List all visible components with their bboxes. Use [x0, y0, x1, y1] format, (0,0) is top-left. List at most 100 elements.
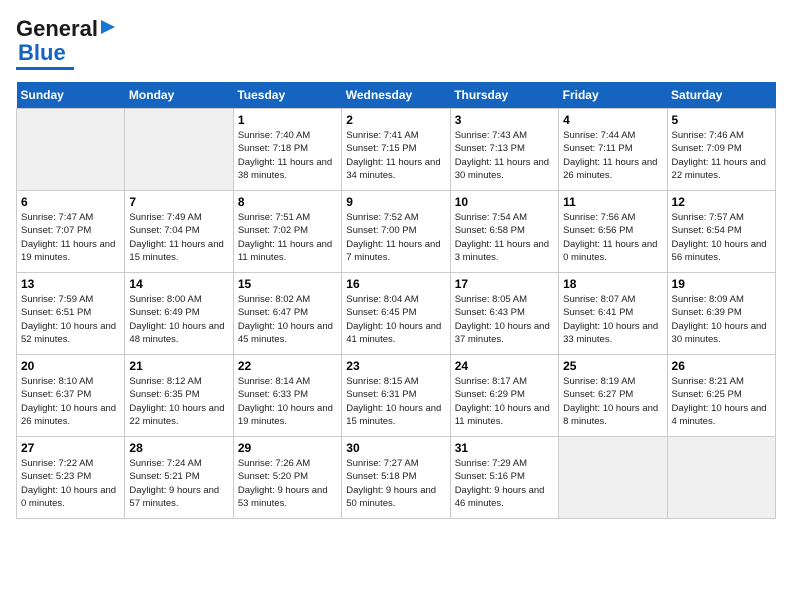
- cell-info: Sunrise: 7:27 AMSunset: 5:18 PMDaylight:…: [346, 457, 445, 510]
- cell-info: Sunrise: 8:14 AMSunset: 6:33 PMDaylight:…: [238, 375, 337, 428]
- cell-info: Sunrise: 8:02 AMSunset: 6:47 PMDaylight:…: [238, 293, 337, 346]
- calendar-cell: [559, 437, 667, 519]
- calendar-cell: 14Sunrise: 8:00 AMSunset: 6:49 PMDayligh…: [125, 273, 233, 355]
- calendar-cell: 21 Sunrise: 8:12 AMSunset: 6:35 PMDayligh…: [125, 355, 233, 437]
- day-header-friday: Friday: [559, 82, 667, 109]
- logo-text: General: [16, 16, 117, 42]
- calendar-table: SundayMondayTuesdayWednesdayThursdayFrid…: [16, 82, 776, 519]
- week-row-4: 20 Sunrise: 8:10 AMSunset: 6:37 PMDayligh…: [17, 355, 776, 437]
- day-number: 6: [21, 195, 120, 209]
- cell-info: Sunrise: 7:44 AMSunset: 7:11 PMDaylight:…: [563, 129, 662, 182]
- cell-info: Sunrise: 7:22 AMSunset: 5:23 PMDaylight:…: [21, 457, 120, 510]
- day-number: 25: [563, 359, 662, 373]
- week-row-1: 1Sunrise: 7:40 AMSunset: 7:18 PMDaylight…: [17, 109, 776, 191]
- cell-info: Sunrise: 8:12 AMSunset: 6:35 PMDaylight:…: [129, 375, 228, 428]
- cell-info: Sunrise: 8:21 AMSunset: 6:25 PMDaylight:…: [672, 375, 771, 428]
- calendar-cell: [17, 109, 125, 191]
- cell-info: Sunrise: 8:07 AMSunset: 6:41 PMDaylight:…: [563, 293, 662, 346]
- day-number: 22: [238, 359, 337, 373]
- day-number: 5: [672, 113, 771, 127]
- day-header-tuesday: Tuesday: [233, 82, 341, 109]
- week-row-3: 13Sunrise: 7:59 AMSunset: 6:51 PMDayligh…: [17, 273, 776, 355]
- calendar-cell: 7 Sunrise: 7:49 AMSunset: 7:04 PMDaylight…: [125, 191, 233, 273]
- calendar-cell: 27Sunrise: 7:22 AMSunset: 5:23 PMDayligh…: [17, 437, 125, 519]
- cell-info: Sunrise: 7:43 AMSunset: 7:13 PMDaylight:…: [455, 129, 554, 182]
- calendar-cell: 22 Sunrise: 8:14 AMSunset: 6:33 PMDayligh…: [233, 355, 341, 437]
- day-number: 12: [672, 195, 771, 209]
- cell-info: Sunrise: 8:05 AMSunset: 6:43 PMDaylight:…: [455, 293, 554, 346]
- day-number: 13: [21, 277, 120, 291]
- day-number: 15: [238, 277, 337, 291]
- day-number: 16: [346, 277, 445, 291]
- calendar-cell: 8 Sunrise: 7:51 AMSunset: 7:02 PMDaylight…: [233, 191, 341, 273]
- week-row-5: 27Sunrise: 7:22 AMSunset: 5:23 PMDayligh…: [17, 437, 776, 519]
- calendar-cell: 20 Sunrise: 8:10 AMSunset: 6:37 PMDayligh…: [17, 355, 125, 437]
- calendar-cell: 11 Sunrise: 7:56 AMSunset: 6:56 PMDayligh…: [559, 191, 667, 273]
- calendar-cell: 23Sunrise: 8:15 AMSunset: 6:31 PMDayligh…: [342, 355, 450, 437]
- calendar-cell: 9 Sunrise: 7:52 AMSunset: 7:00 PMDaylight…: [342, 191, 450, 273]
- calendar-cell: 17 Sunrise: 8:05 AMSunset: 6:43 PMDayligh…: [450, 273, 558, 355]
- day-number: 8: [238, 195, 337, 209]
- day-number: 11: [563, 195, 662, 209]
- cell-info: Sunrise: 7:56 AMSunset: 6:56 PMDaylight:…: [563, 211, 662, 264]
- day-number: 21: [129, 359, 228, 373]
- calendar-cell: 2 Sunrise: 7:41 AMSunset: 7:15 PMDaylight…: [342, 109, 450, 191]
- cell-info: Sunrise: 7:29 AMSunset: 5:16 PMDaylight:…: [455, 457, 554, 510]
- cell-info: Sunrise: 7:51 AMSunset: 7:02 PMDaylight:…: [238, 211, 337, 264]
- day-number: 20: [21, 359, 120, 373]
- cell-info: Sunrise: 7:49 AMSunset: 7:04 PMDaylight:…: [129, 211, 228, 264]
- cell-info: Sunrise: 8:04 AMSunset: 6:45 PMDaylight:…: [346, 293, 445, 346]
- page-header: General Blue: [16, 16, 776, 70]
- calendar-cell: 19 Sunrise: 8:09 AMSunset: 6:39 PMDayligh…: [667, 273, 775, 355]
- day-number: 31: [455, 441, 554, 455]
- calendar-cell: [667, 437, 775, 519]
- cell-info: Sunrise: 8:17 AMSunset: 6:29 PMDaylight:…: [455, 375, 554, 428]
- calendar-cell: [125, 109, 233, 191]
- cell-info: Sunrise: 7:26 AMSunset: 5:20 PMDaylight:…: [238, 457, 337, 510]
- day-number: 9: [346, 195, 445, 209]
- calendar-cell: 29 Sunrise: 7:26 AMSunset: 5:20 PMDayligh…: [233, 437, 341, 519]
- cell-info: Sunrise: 7:41 AMSunset: 7:15 PMDaylight:…: [346, 129, 445, 182]
- cell-info: Sunrise: 7:54 AMSunset: 6:58 PMDaylight:…: [455, 211, 554, 264]
- day-number: 3: [455, 113, 554, 127]
- cell-info: Sunrise: 8:10 AMSunset: 6:37 PMDaylight:…: [21, 375, 120, 428]
- calendar-cell: 6 Sunrise: 7:47 AMSunset: 7:07 PMDaylight…: [17, 191, 125, 273]
- calendar-cell: 25Sunrise: 8:19 AMSunset: 6:27 PMDayligh…: [559, 355, 667, 437]
- logo-arrow-icon: [99, 18, 117, 36]
- logo: General Blue: [16, 16, 117, 70]
- calendar-cell: 24 Sunrise: 8:17 AMSunset: 6:29 PMDayligh…: [450, 355, 558, 437]
- day-number: 24: [455, 359, 554, 373]
- day-number: 10: [455, 195, 554, 209]
- day-number: 19: [672, 277, 771, 291]
- calendar-cell: 13Sunrise: 7:59 AMSunset: 6:51 PMDayligh…: [17, 273, 125, 355]
- day-header-thursday: Thursday: [450, 82, 558, 109]
- calendar-cell: 30Sunrise: 7:27 AMSunset: 5:18 PMDayligh…: [342, 437, 450, 519]
- day-number: 1: [238, 113, 337, 127]
- day-number: 7: [129, 195, 228, 209]
- day-number: 17: [455, 277, 554, 291]
- cell-info: Sunrise: 7:24 AMSunset: 5:21 PMDaylight:…: [129, 457, 228, 510]
- day-number: 2: [346, 113, 445, 127]
- day-number: 29: [238, 441, 337, 455]
- calendar-cell: 12Sunrise: 7:57 AMSunset: 6:54 PMDayligh…: [667, 191, 775, 273]
- calendar-cell: 26 Sunrise: 8:21 AMSunset: 6:25 PMDayligh…: [667, 355, 775, 437]
- logo-blue-text: Blue: [18, 40, 66, 66]
- week-row-2: 6 Sunrise: 7:47 AMSunset: 7:07 PMDaylight…: [17, 191, 776, 273]
- cell-info: Sunrise: 7:52 AMSunset: 7:00 PMDaylight:…: [346, 211, 445, 264]
- day-header-monday: Monday: [125, 82, 233, 109]
- calendar-cell: 15 Sunrise: 8:02 AMSunset: 6:47 PMDayligh…: [233, 273, 341, 355]
- day-header-wednesday: Wednesday: [342, 82, 450, 109]
- logo-underline: [16, 67, 74, 70]
- cell-info: Sunrise: 7:47 AMSunset: 7:07 PMDaylight:…: [21, 211, 120, 264]
- calendar-cell: 18 Sunrise: 8:07 AMSunset: 6:41 PMDayligh…: [559, 273, 667, 355]
- cell-info: Sunrise: 8:15 AMSunset: 6:31 PMDaylight:…: [346, 375, 445, 428]
- calendar-cell: 1Sunrise: 7:40 AMSunset: 7:18 PMDaylight…: [233, 109, 341, 191]
- day-number: 18: [563, 277, 662, 291]
- calendar-cell: 4Sunrise: 7:44 AMSunset: 7:11 PMDaylight…: [559, 109, 667, 191]
- calendar-cell: 3 Sunrise: 7:43 AMSunset: 7:13 PMDaylight…: [450, 109, 558, 191]
- calendar-cell: 5Sunrise: 7:46 AMSunset: 7:09 PMDaylight…: [667, 109, 775, 191]
- day-number: 28: [129, 441, 228, 455]
- cell-info: Sunrise: 8:09 AMSunset: 6:39 PMDaylight:…: [672, 293, 771, 346]
- day-number: 26: [672, 359, 771, 373]
- day-header-sunday: Sunday: [17, 82, 125, 109]
